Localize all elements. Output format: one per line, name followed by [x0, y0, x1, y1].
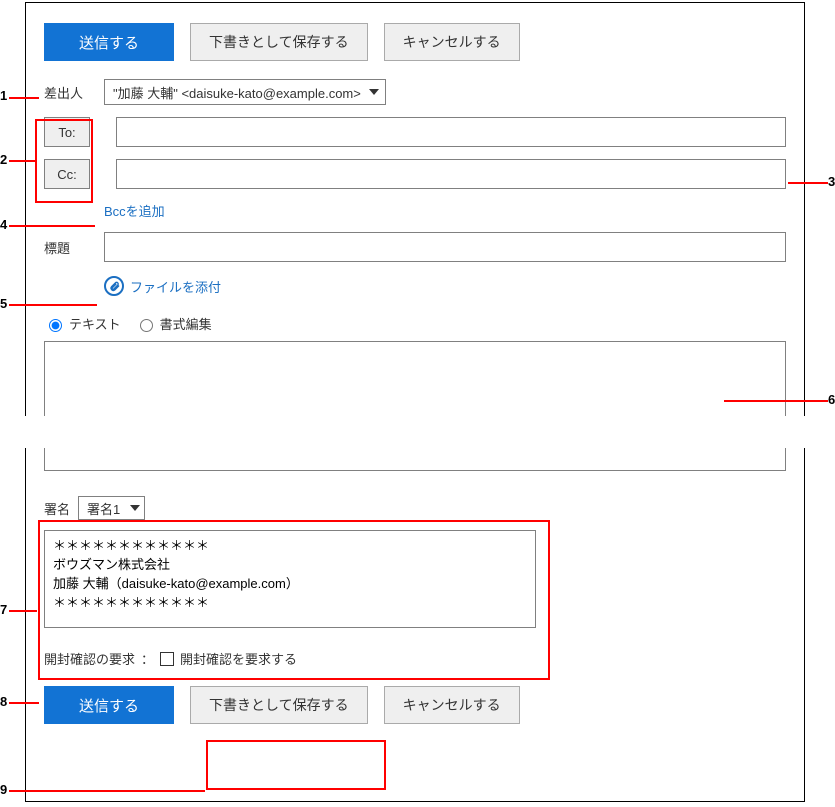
send-button-bottom[interactable]: 送信する: [44, 686, 174, 724]
paperclip-icon: [104, 276, 124, 296]
annotation-3: 3: [828, 174, 835, 189]
annotation-1: 1: [0, 88, 7, 103]
cc-input[interactable]: [116, 159, 786, 189]
format-rich-label: 書式編集: [160, 314, 212, 333]
signature-selected: 署名1: [87, 499, 120, 518]
annotation-2: 2: [0, 152, 7, 167]
attach-row: ファイルを添付: [104, 276, 786, 296]
receipt-checkbox-label: 開封確認を要求する: [180, 649, 297, 668]
receipt-checkbox[interactable]: [160, 652, 174, 666]
annotation-6: 6: [828, 392, 835, 407]
subject-input[interactable]: [104, 232, 786, 262]
cc-row: Cc:: [44, 159, 786, 189]
format-text-radio-input[interactable]: [49, 319, 62, 332]
save-draft-button[interactable]: 下書きとして保存する: [190, 23, 368, 61]
format-rich-radio-input[interactable]: [140, 319, 153, 332]
signature-textarea[interactable]: [44, 530, 536, 628]
add-bcc-link[interactable]: Bccを追加: [104, 204, 165, 219]
from-select[interactable]: "加藤 大輔" <daisuke-kato@example.com>: [104, 79, 386, 105]
save-draft-button-bottom[interactable]: 下書きとして保存する: [190, 686, 368, 724]
annotation-7: 7: [0, 602, 7, 617]
receipt-separator: ：: [141, 649, 154, 668]
format-rich-radio[interactable]: 書式編集: [135, 314, 212, 333]
signature-select[interactable]: 署名1: [78, 496, 145, 520]
to-input[interactable]: [116, 117, 786, 147]
send-button[interactable]: 送信する: [44, 23, 174, 61]
bottom-action-row: 送信する 下書きとして保存する キャンセルする: [44, 686, 786, 724]
annotation-4: 4: [0, 217, 7, 232]
chevron-down-icon: [369, 89, 379, 95]
top-action-row: 送信する 下書きとして保存する キャンセルする: [44, 23, 786, 61]
chevron-down-icon: [130, 505, 140, 511]
annotation-9: 9: [0, 782, 7, 797]
cc-picker-button[interactable]: Cc:: [44, 159, 90, 189]
subject-label: 標題: [44, 238, 104, 257]
format-row: テキスト 書式編集: [44, 314, 786, 333]
body-textarea[interactable]: [44, 341, 786, 471]
attach-file-link[interactable]: ファイルを添付: [130, 277, 221, 296]
from-value: "加藤 大輔" <daisuke-kato@example.com>: [113, 83, 361, 102]
from-row: 差出人 "加藤 大輔" <daisuke-kato@example.com>: [44, 79, 786, 105]
receipt-label: 開封確認の要求: [44, 649, 135, 668]
receipt-row: 開封確認の要求 ： 開封確認を要求する: [44, 649, 786, 668]
annotation-8: 8: [0, 694, 7, 709]
cancel-button-bottom[interactable]: キャンセルする: [384, 686, 520, 724]
format-text-label: テキスト: [69, 314, 121, 333]
from-label: 差出人: [44, 83, 104, 102]
annotation-5: 5: [0, 296, 7, 311]
subject-row: 標題: [44, 232, 786, 262]
signature-label: 署名: [44, 499, 70, 518]
to-picker-button[interactable]: To:: [44, 117, 90, 147]
to-row: To:: [44, 117, 786, 147]
format-text-radio[interactable]: テキスト: [44, 314, 121, 333]
cancel-button[interactable]: キャンセルする: [384, 23, 520, 61]
signature-section: 署名 署名1: [44, 496, 786, 631]
